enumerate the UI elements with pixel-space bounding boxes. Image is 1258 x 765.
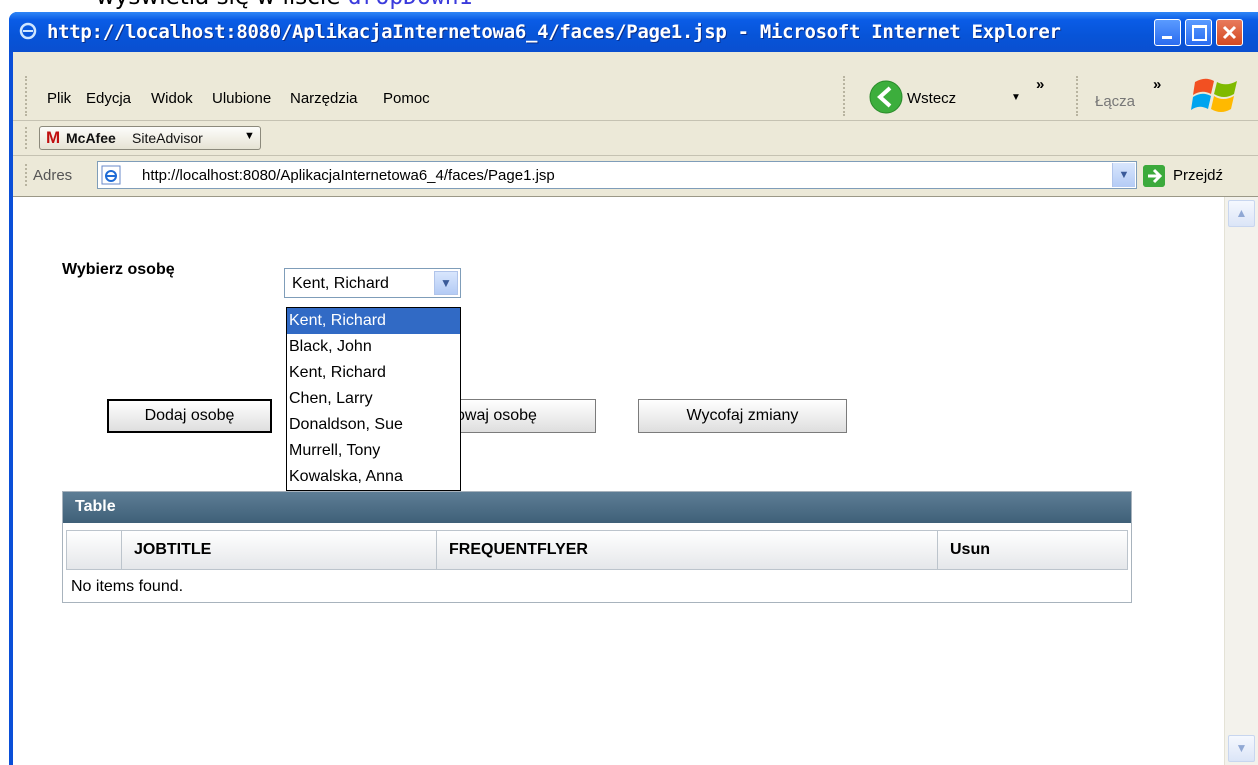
data-table: Table JOBTITLE FREQUENTFLYER Usun No ite… bbox=[62, 491, 1132, 603]
go-arrow-icon[interactable] bbox=[1143, 165, 1165, 187]
person-dropdown-list[interactable]: Kent, Richard Black, John Kent, Richard … bbox=[286, 307, 461, 491]
close-icon bbox=[1222, 25, 1237, 40]
windows-logo-icon bbox=[1191, 78, 1237, 112]
back-icon[interactable] bbox=[868, 79, 904, 115]
window-title: http://localhost:8080/AplikacjaInterneto… bbox=[47, 21, 1061, 43]
toolbar-grip bbox=[843, 76, 848, 116]
toolbar-grip bbox=[25, 76, 30, 116]
toolbar-grip bbox=[25, 127, 30, 149]
scroll-down-icon[interactable]: ▼ bbox=[1228, 735, 1255, 762]
links-label[interactable]: Łącza bbox=[1095, 93, 1135, 110]
menu-widok[interactable]: Widok bbox=[151, 90, 193, 107]
mcafee-logo-icon: M bbox=[46, 128, 61, 147]
list-item[interactable]: Kowalska, Anna bbox=[287, 464, 460, 490]
add-person-button[interactable]: Dodaj osobę bbox=[107, 399, 272, 433]
column-header-jobtitle[interactable]: JOBTITLE bbox=[121, 531, 436, 569]
maximize-icon bbox=[1192, 25, 1207, 41]
list-item[interactable]: Chen, Larry bbox=[287, 386, 460, 412]
links-overflow-icon[interactable]: » bbox=[1153, 76, 1161, 93]
document-text-prefix: wyświetla się w liście bbox=[96, 0, 348, 10]
chevron-down-icon[interactable]: ▼ bbox=[434, 271, 458, 295]
chevron-down-icon[interactable]: ▼ bbox=[1112, 163, 1135, 187]
document-text-code: dropDown1 bbox=[348, 0, 473, 10]
mcafee-brand: McAfee bbox=[66, 130, 116, 146]
back-button-label[interactable]: Wstecz bbox=[907, 90, 956, 107]
column-header-frequentflyer[interactable]: FREQUENTFLYER bbox=[436, 531, 937, 569]
browser-window: http://localhost:8080/AplikacjaInterneto… bbox=[9, 12, 1258, 765]
address-label: Adres bbox=[33, 167, 73, 184]
address-toolbar: Adres http://localhost:8080/AplikacjaInt… bbox=[13, 156, 1258, 197]
menu-pomoc[interactable]: Pomoc bbox=[383, 90, 430, 107]
toolbar-grip bbox=[1076, 76, 1081, 116]
mcafee-product: SiteAdvisor bbox=[132, 130, 203, 146]
revert-changes-button[interactable]: Wycofaj zmiany bbox=[638, 399, 847, 433]
vertical-scrollbar[interactable]: ▲ ▼ bbox=[1224, 197, 1258, 765]
scroll-up-icon[interactable]: ▲ bbox=[1228, 200, 1255, 227]
toolbar-grip bbox=[25, 164, 30, 186]
menu-ulubione[interactable]: Ulubione bbox=[212, 90, 271, 107]
table-header-row: JOBTITLE FREQUENTFLYER Usun bbox=[66, 530, 1128, 570]
list-item[interactable]: Donaldson, Sue bbox=[287, 412, 460, 438]
chevron-down-icon: ▼ bbox=[244, 130, 255, 142]
minimize-icon bbox=[1162, 36, 1172, 39]
menu-edycja[interactable]: Edycja bbox=[86, 90, 131, 107]
title-bar[interactable]: http://localhost:8080/AplikacjaInterneto… bbox=[9, 12, 1258, 52]
selected-person: Kent, Richard bbox=[292, 275, 389, 292]
maximize-button[interactable] bbox=[1185, 19, 1212, 46]
address-input[interactable]: http://localhost:8080/AplikacjaInterneto… bbox=[97, 161, 1137, 189]
menu-narzedzia[interactable]: Narzędzia bbox=[290, 90, 358, 107]
person-select[interactable]: Kent, Richard ▼ bbox=[284, 268, 461, 298]
close-button[interactable] bbox=[1216, 19, 1243, 46]
back-dropdown-icon[interactable]: ▼ bbox=[1011, 92, 1021, 103]
table-title-bar: Table bbox=[63, 492, 1131, 523]
ie-page-icon bbox=[101, 165, 121, 185]
list-item[interactable]: Kent, Richard bbox=[287, 360, 460, 386]
menu-plik[interactable]: Plik bbox=[47, 90, 71, 107]
table-title: Table bbox=[75, 498, 116, 515]
minimize-button[interactable] bbox=[1154, 19, 1181, 46]
menu-toolbar-row: Plik Edycja Widok Ulubione Narzędzia Pom… bbox=[13, 52, 1258, 121]
browser-client: Plik Edycja Widok Ulubione Narzędzia Pom… bbox=[13, 52, 1258, 765]
go-button-label[interactable]: Przejdź bbox=[1173, 167, 1223, 184]
ie-logo-icon bbox=[19, 22, 37, 40]
list-item[interactable]: Murrell, Tony bbox=[287, 438, 460, 464]
table-empty-message: No items found. bbox=[71, 578, 184, 595]
toolbar-overflow-icon[interactable]: » bbox=[1036, 76, 1044, 93]
list-item[interactable]: Kent, Richard bbox=[287, 308, 460, 334]
column-header-usun[interactable]: Usun bbox=[937, 531, 1129, 569]
page-content: Wybierz osobę Kent, Richard ▼ Dodaj osob… bbox=[13, 197, 1258, 765]
column-header-select[interactable] bbox=[67, 531, 121, 569]
document-text: wyświetla się w liście dropDown1 bbox=[96, 0, 472, 10]
mcafee-toolbar: M McAfee SiteAdvisor ▼ bbox=[13, 121, 1258, 156]
list-item[interactable]: Black, John bbox=[287, 334, 460, 360]
address-url: http://localhost:8080/AplikacjaInterneto… bbox=[142, 167, 555, 184]
mcafee-siteadvisor-button[interactable]: M McAfee SiteAdvisor ▼ bbox=[39, 126, 261, 150]
person-label: Wybierz osobę bbox=[62, 261, 175, 278]
